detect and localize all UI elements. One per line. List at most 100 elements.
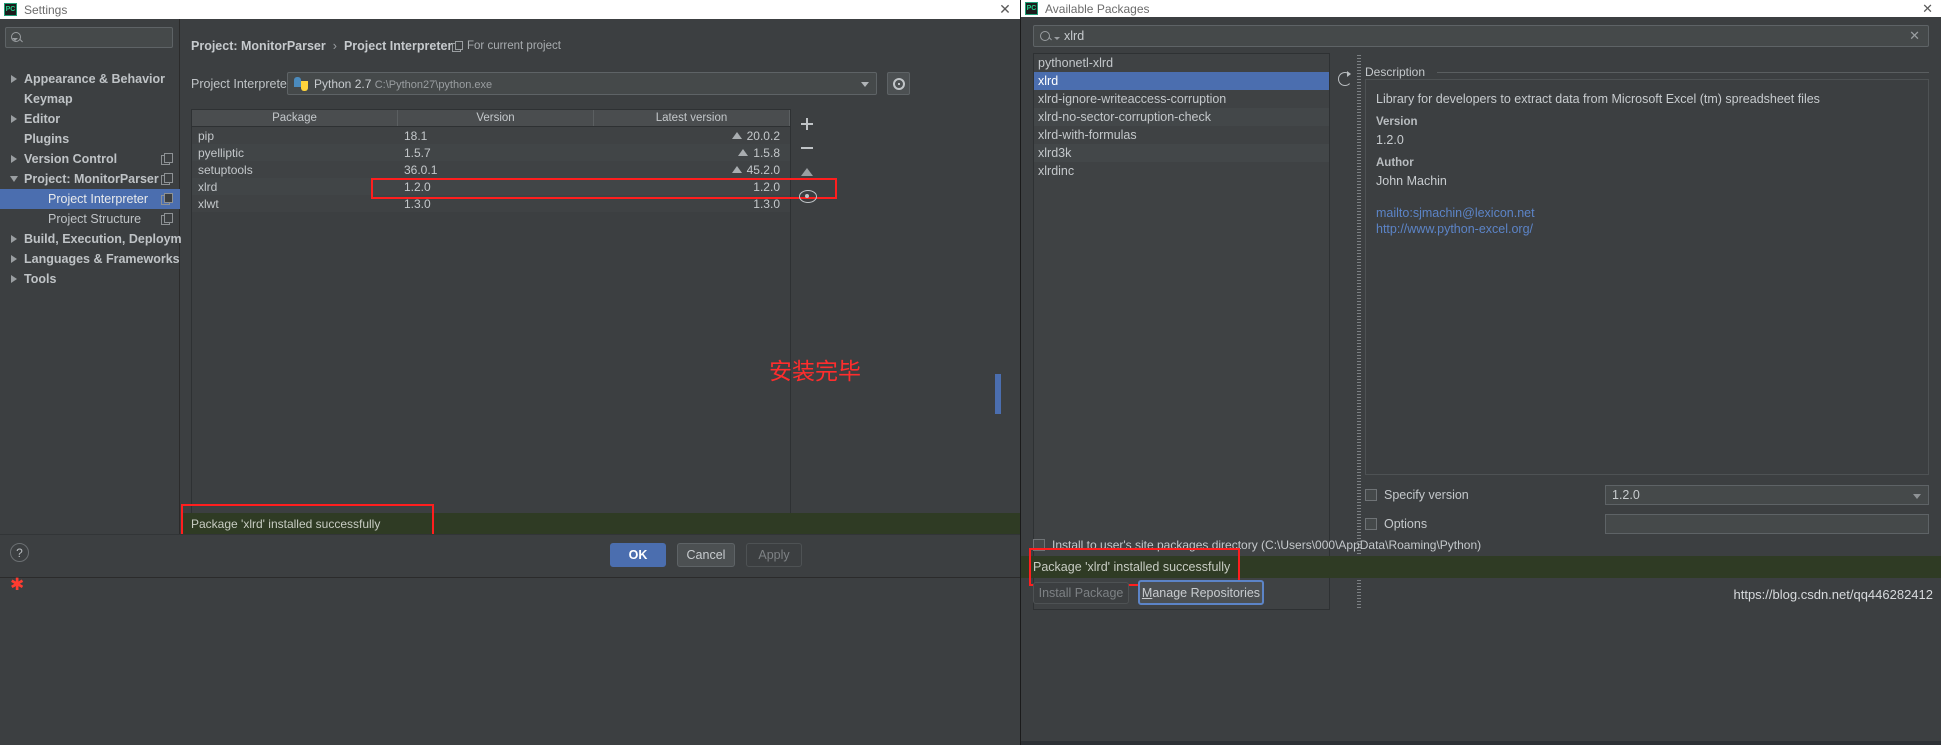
package-search-input[interactable] [1064, 29, 1910, 43]
chevron-right-icon[interactable] [9, 233, 21, 245]
specify-version-select[interactable]: 1.2.0 [1605, 485, 1929, 505]
breadcrumb-page: Project Interpreter [343, 39, 453, 53]
sidebar-item-label: Project Interpreter [48, 192, 149, 206]
list-item[interactable]: xlrd3k [1034, 144, 1329, 162]
remove-package-icon[interactable] [797, 136, 817, 160]
copy-settings-icon[interactable] [161, 213, 173, 225]
list-item-selected[interactable]: xlrd [1034, 72, 1329, 90]
cell-version: 1.5.7 [404, 145, 431, 160]
list-item[interactable]: xlrdinc [1034, 162, 1329, 180]
upgrade-available-icon [731, 132, 742, 139]
description-version-value: 1.2.0 [1376, 133, 1404, 147]
list-item[interactable]: xlrd-ignore-writeaccess-corruption [1034, 90, 1329, 108]
python-icon [294, 76, 308, 91]
available-packages-window: PC Available Packages ✕ ✕ pythonetl-xlrd… [1021, 0, 1941, 745]
copy-settings-icon[interactable] [161, 173, 173, 185]
sidebar-item-version-control[interactable]: Version Control [0, 149, 180, 169]
ok-button[interactable]: OK [610, 543, 666, 567]
settings-main-pane: Project: MonitorParser › Project Interpr… [181, 19, 1020, 534]
available-packages-body: ✕ pythonetl-xlrd xlrd xlrd-ignore-writea… [1021, 17, 1941, 745]
upgrade-available-icon [731, 166, 742, 173]
sidebar-item-build-execution-deployment[interactable]: Build, Execution, Deployment [0, 229, 200, 249]
copy-settings-icon[interactable] [161, 153, 173, 165]
description-version-key: Version [1376, 116, 1418, 128]
manage-repositories-mnemonic: M [1141, 585, 1153, 600]
sidebar-item-project-interpreter[interactable]: Project Interpreter [0, 189, 180, 209]
search-input[interactable] [21, 30, 176, 45]
chevron-right-icon[interactable] [9, 273, 21, 285]
cell-version: 1.3.0 [404, 196, 431, 211]
sidebar-item-keymap[interactable]: Keymap [0, 89, 180, 109]
copy-settings-icon[interactable] [161, 193, 173, 205]
chevron-right-icon[interactable] [9, 73, 21, 85]
chevron-down-icon[interactable] [9, 173, 21, 185]
sidebar-item-label: Plugins [24, 132, 70, 146]
splitter-handle[interactable] [1357, 55, 1361, 608]
sidebar-item-label: Project Structure [48, 212, 142, 226]
pycharm-icon: PC [4, 3, 17, 16]
upgrade-package-icon[interactable] [797, 160, 817, 184]
clear-icon[interactable]: ✕ [1909, 28, 1920, 44]
settings-sidebar: Appearance & Behavior Keymap Editor Plug… [0, 19, 200, 534]
chevron-down-icon[interactable] [1913, 494, 1921, 499]
close-icon[interactable]: ✕ [998, 2, 1012, 16]
settings-search-box[interactable] [5, 27, 176, 48]
sidebar-item-project-monitorparser[interactable]: Project: MonitorParser [0, 169, 180, 189]
project-interpreter-select[interactable]: Python 2.7 C:\Python27\python.exe [287, 72, 877, 95]
sidebar-item-languages-frameworks[interactable]: Languages & Frameworks [0, 249, 180, 269]
table-row[interactable]: xlrd 1.2.0 1.2.0 [192, 178, 790, 195]
latest-version-text: 20.0.2 [746, 128, 780, 143]
package-search-box[interactable]: ✕ [1033, 25, 1929, 47]
refresh-icon[interactable] [1337, 71, 1353, 87]
close-icon[interactable]: ✕ [1922, 1, 1933, 17]
sidebar-item-appearance-behavior[interactable]: Appearance & Behavior [0, 69, 180, 89]
watermark-url: https://blog.csdn.net/qq446282412 [1733, 587, 1934, 602]
breadcrumb: Project: MonitorParser › Project Interpr… [191, 39, 452, 53]
column-header-version[interactable]: Version [398, 110, 594, 126]
chevron-right-icon[interactable] [9, 153, 21, 165]
list-item[interactable]: xlrd-with-formulas [1034, 126, 1329, 144]
specify-version-label: Specify version [1384, 488, 1469, 502]
chevron-right-icon[interactable] [9, 253, 21, 265]
install-package-button[interactable]: Install Package [1033, 582, 1129, 604]
interpreter-settings-button[interactable] [887, 72, 910, 95]
latest-version-text: 1.3.0 [753, 196, 780, 211]
chevron-right-icon[interactable] [9, 113, 21, 125]
specify-version-checkbox[interactable] [1365, 489, 1377, 501]
apply-button[interactable]: Apply [746, 543, 802, 567]
breadcrumb-project[interactable]: Project: MonitorParser [191, 39, 326, 53]
list-item[interactable]: xlrd-no-sector-corruption-check [1034, 108, 1329, 126]
sidebar-item-plugins[interactable]: Plugins [0, 129, 180, 149]
column-header-package[interactable]: Package [192, 110, 398, 126]
installed-packages-table[interactable]: Package Version Latest version pip 18.1 … [191, 109, 791, 517]
table-row[interactable]: setuptools 36.0.1 45.2.0 [192, 161, 790, 178]
breadcrumb-separator: › [332, 39, 337, 53]
cell-latest-version: 1.5.8 [594, 146, 790, 160]
interpreter-name: Python 2.7 [314, 76, 372, 91]
sidebar-item-tools[interactable]: Tools [0, 269, 180, 289]
list-item[interactable]: pythonetl-xlrd [1034, 54, 1329, 72]
manage-repositories-button[interactable]: Manage Repositories [1138, 580, 1264, 605]
project-homepage-link[interactable]: http://www.python-excel.org/ [1376, 222, 1928, 236]
options-checkbox[interactable] [1365, 518, 1377, 530]
cancel-button[interactable]: Cancel [677, 543, 735, 567]
table-row[interactable]: pyelliptic 1.5.7 1.5.8 [192, 144, 790, 161]
sidebar-item-project-structure[interactable]: Project Structure [0, 209, 180, 229]
manage-repositories-label: anage Repositories [1152, 585, 1261, 600]
cell-latest-version: 20.0.2 [594, 129, 790, 143]
chevron-down-icon[interactable] [861, 82, 869, 87]
options-input[interactable] [1605, 514, 1929, 534]
sidebar-item-editor[interactable]: Editor [0, 109, 180, 129]
table-row[interactable]: pip 18.1 20.0.2 [192, 127, 790, 144]
help-button[interactable]: ? [10, 543, 29, 562]
author-email-link[interactable]: mailto:sjmachin@lexicon.net [1376, 206, 1928, 220]
show-early-releases-icon[interactable] [797, 184, 817, 208]
table-row[interactable]: xlwt 1.3.0 1.3.0 [192, 195, 790, 212]
description-box: Library for developers to extract data f… [1365, 79, 1929, 475]
add-package-icon[interactable] [797, 112, 817, 136]
column-header-latest-version[interactable]: Latest version [594, 110, 790, 126]
available-packages-list[interactable]: pythonetl-xlrd xlrd xlrd-ignore-writeacc… [1033, 53, 1330, 610]
